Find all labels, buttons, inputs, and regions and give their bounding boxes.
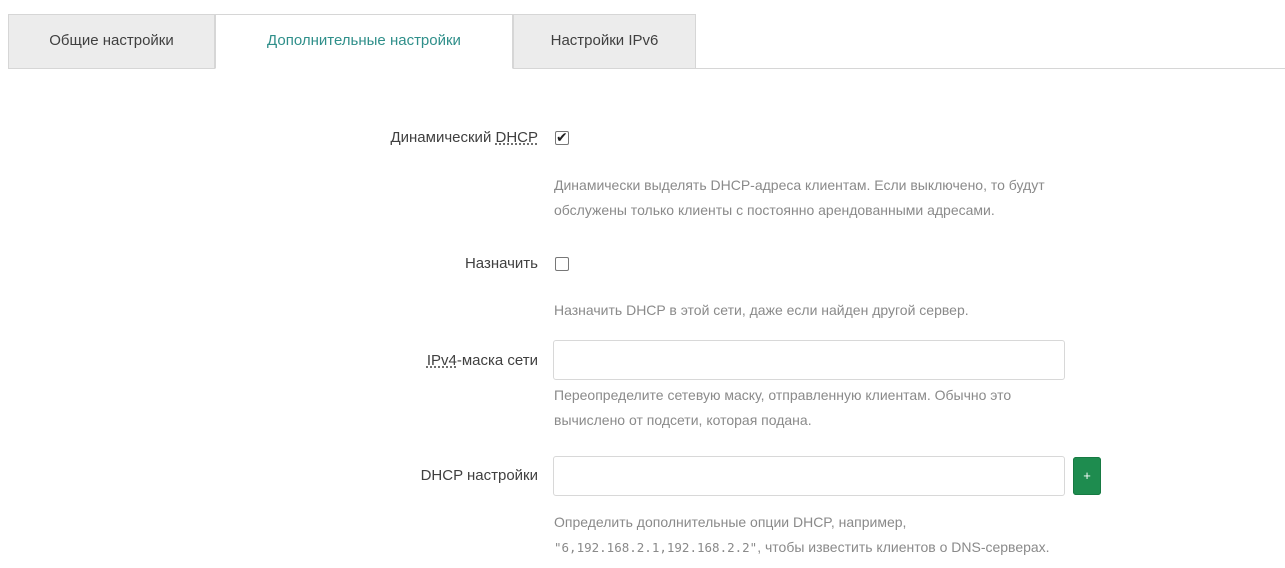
force-checkbox[interactable]: [555, 257, 569, 271]
netmask-label: IPv4-маска сети: [427, 352, 538, 369]
tab-general-settings-label: Общие настройки: [49, 32, 174, 49]
force-help: Назначить DHCP в этой сети, даже если на…: [554, 302, 969, 318]
netmask-help-line1: Переопределите сетевую маску, отправленн…: [554, 387, 1012, 403]
tab-bar: Общие настройки Дополнительные настройки…: [8, 14, 1285, 69]
dynamic-dhcp-label: Динамический DHCP: [390, 129, 538, 146]
netmask-help: Переопределите сетевую маску, отправленн…: [554, 383, 1011, 433]
tab-ipv6-settings[interactable]: Настройки IPv6: [513, 14, 696, 68]
dhcp-options-help: Определить дополнительные опции DHCP, на…: [554, 510, 1050, 560]
dhcp-options-label: DHCP настройки: [420, 467, 538, 484]
dhcp-options-help-line1: Определить дополнительные опции DHCP, на…: [554, 514, 907, 530]
dhcp-abbr: DHCP: [495, 129, 538, 146]
netmask-label-suffix: -маска сети: [456, 352, 538, 369]
force-label: Назначить: [464, 255, 538, 272]
dynamic-dhcp-help: Динамически выделять DHCP-адреса клиента…: [554, 173, 1045, 223]
dhcp-options-input[interactable]: [553, 456, 1065, 496]
add-dhcp-option-button[interactable]: +: [1073, 457, 1101, 495]
tab-general-settings[interactable]: Общие настройки: [8, 14, 215, 68]
dynamic-dhcp-label-prefix: Динамический: [390, 129, 496, 146]
checkmark-icon: ✔: [556, 129, 568, 145]
ipv4-abbr: IPv4: [426, 352, 457, 369]
dhcp-options-example-code: "6,192.168.2.1,192.168.2.2": [554, 540, 758, 555]
plus-icon: +: [1083, 468, 1091, 483]
tab-advanced-settings[interactable]: Дополнительные настройки: [215, 14, 513, 69]
dhcp-options-help-line2: "6,192.168.2.1,192.168.2.2", чтобы извес…: [554, 535, 1050, 560]
dynamic-dhcp-help-line1: Динамически выделять DHCP-адреса клиента…: [554, 177, 1045, 193]
netmask-help-line2: вычислено от подсети, которая подана.: [554, 412, 812, 428]
netmask-input[interactable]: [553, 340, 1065, 380]
dynamic-dhcp-help-line2: обслужены только клиенты с постоянно аре…: [554, 202, 995, 218]
dynamic-dhcp-checkbox[interactable]: ✔: [555, 129, 569, 145]
tab-advanced-settings-label: Дополнительные настройки: [267, 32, 461, 49]
tab-ipv6-settings-label: Настройки IPv6: [550, 32, 659, 49]
dhcp-options-help-line2-suffix: , чтобы известить клиентов о DNS-сервера…: [757, 539, 1050, 555]
